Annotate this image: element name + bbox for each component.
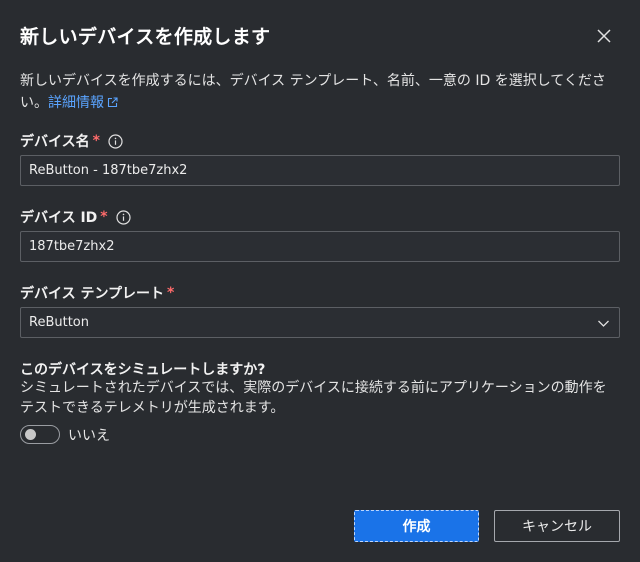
- toggle-knob: [25, 429, 36, 440]
- device-template-label-text: デバイス テンプレート: [20, 286, 165, 302]
- device-name-label-text: デバイス名: [20, 134, 90, 150]
- required-mark: *: [167, 285, 175, 301]
- dialog-title: 新しいデバイスを作成します: [20, 26, 271, 48]
- create-button[interactable]: 作成: [354, 510, 479, 542]
- close-icon: [597, 29, 611, 43]
- required-mark: *: [92, 133, 100, 149]
- device-name-label: デバイス名 *: [20, 131, 123, 151]
- simulate-description: シミュレートされたデバイスでは、実際のデバイスに接続する前にアプリケーションの動…: [20, 380, 607, 416]
- dialog-description: 新しいデバイスを作成するには、デバイス テンプレート、名前、一意の ID を選択…: [20, 70, 616, 114]
- simulate-question: このデバイスをシミュレートしますか?: [20, 362, 266, 378]
- simulate-toggle[interactable]: [20, 425, 60, 444]
- info-icon[interactable]: [116, 209, 131, 225]
- device-name-input[interactable]: [20, 155, 620, 186]
- details-link-label: 詳細情報: [48, 95, 104, 111]
- device-template-label: デバイス テンプレート *: [20, 283, 174, 303]
- required-mark: *: [100, 209, 108, 225]
- info-icon[interactable]: [108, 133, 123, 149]
- device-id-label-text: デバイス ID: [20, 210, 98, 226]
- chevron-down-icon: [598, 320, 609, 327]
- simulate-toggle-label: いいえ: [68, 428, 110, 444]
- details-link[interactable]: 詳細情報: [48, 95, 118, 111]
- external-link-icon: [107, 97, 118, 108]
- device-template-dropdown[interactable]: ReButton: [20, 307, 620, 338]
- cancel-button[interactable]: キャンセル: [494, 510, 620, 542]
- close-button[interactable]: [588, 20, 620, 52]
- create-device-dialog: 新しいデバイスを作成します 新しいデバイスを作成するには、デバイス テンプレート…: [0, 0, 640, 562]
- device-id-input[interactable]: [20, 231, 620, 262]
- device-template-selected: ReButton: [29, 315, 89, 330]
- device-id-label: デバイス ID *: [20, 207, 131, 227]
